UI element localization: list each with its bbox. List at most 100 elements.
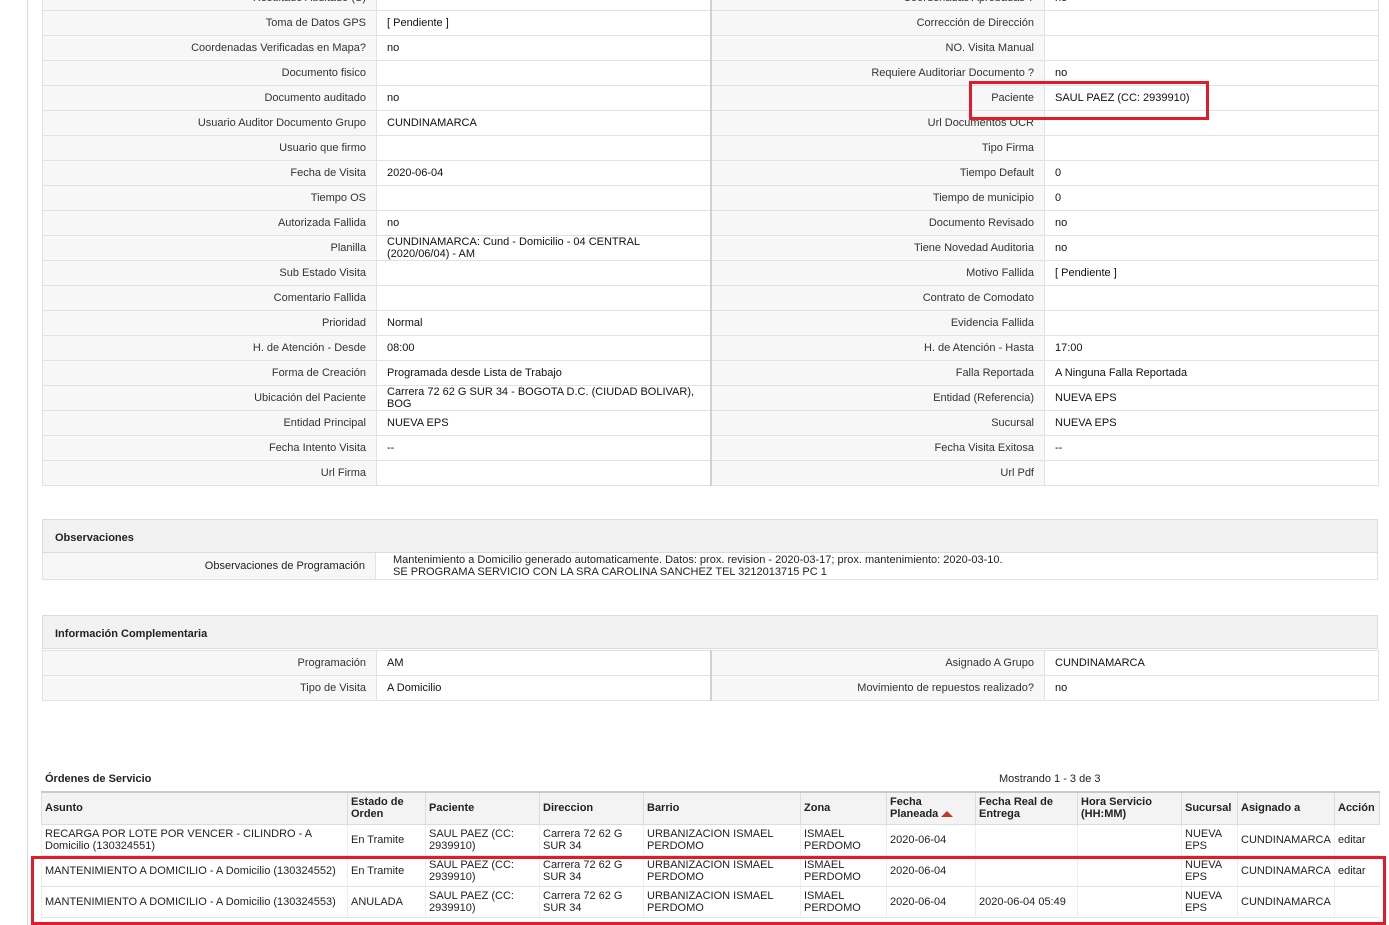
label-url-firma: Url Firma — [42, 460, 377, 486]
value-tiempo-de-municipio: 0 — [1044, 185, 1379, 211]
value-usuario-que-firmo — [376, 135, 711, 161]
value-falla-reportada: A Ninguna Falla Reportada — [1044, 360, 1379, 386]
detail-row: Usuario que firmo Tipo Firma — [42, 135, 1379, 161]
value-asignado-a-grupo: CUNDINAMARCA — [1044, 650, 1379, 676]
value-forma-de-creacion: Programada desde Lista de Trabajo — [376, 360, 711, 386]
column-header-label: Direccion — [543, 802, 594, 815]
cell-fecha-planeada: 2020-06-04 — [886, 855, 976, 887]
cell-sucursal: NUEVA EPS — [1181, 886, 1238, 918]
detail-row: H. de Atención - Desde 08:00 H. de Atenció… — [42, 335, 1379, 361]
cell-asunto: RECARGA POR LOTE POR VENCER - CILINDRO -… — [41, 824, 348, 856]
detail-row: Url Firma Url Pdf — [42, 460, 1379, 486]
value-tipo-de-visita: A Domicilio — [376, 675, 711, 701]
detail-row: Tipo de Visita A Domicilio Movimiento de r… — [42, 675, 1379, 701]
column-header-label: Fecha Planeada — [890, 796, 939, 821]
label-entidad-principal: Entidad Principal — [42, 410, 377, 436]
column-header-barrio[interactable]: Barrio — [643, 791, 801, 825]
info-complementaria-header: Información Complementaria — [42, 615, 1378, 649]
label-planilla: Planilla — [42, 235, 377, 261]
label-documento-fisico: Documento fisico — [42, 60, 377, 86]
observaciones-row: Observaciones de Programación Mantenimie… — [42, 553, 1378, 580]
value-evidencia-fallida — [1044, 310, 1379, 336]
cell-barrio: URBANIZACION ISMAEL PERDOMO — [643, 855, 801, 887]
cell-asunto: MANTENIMIENTO A DOMICILIO - A Domicilio … — [41, 886, 348, 918]
column-header-hora-servicio-hh-mm[interactable]: Hora Servicio (HH:MM) — [1077, 791, 1182, 825]
value-comentario-fallida — [376, 285, 711, 311]
detail-row: Resultado Auditado (S) Coordenadas Aproba… — [42, 0, 1379, 11]
value-movimiento-de-repuestos-realizado: no — [1044, 675, 1379, 701]
detail-row: Entidad Principal NUEVA EPS Sucursal NUEVA … — [42, 410, 1379, 436]
label-ubicacion-del-paciente: Ubicación del Paciente — [42, 385, 377, 411]
orders-header-row: Asunto Estado de Orden Paciente Direccion Ba… — [41, 791, 1380, 825]
detail-row: Tiempo OS Tiempo de municipio 0 — [42, 185, 1379, 211]
detail-row: Coordenadas Verificadas en Mapa? no NO. Vi… — [42, 35, 1379, 61]
column-header-label: Estado de Orden — [351, 796, 404, 821]
column-header-paciente[interactable]: Paciente — [425, 791, 540, 825]
cell-direccion: Carrera 72 62 G SUR 34 — [539, 886, 644, 918]
value-paciente: SAUL PAEZ (CC: 2939910) — [1044, 85, 1379, 111]
sort-asc-icon — [941, 811, 954, 818]
edit-link[interactable]: editar — [1338, 865, 1366, 877]
value-requiere-auditoriar-documento: no — [1044, 60, 1379, 86]
column-header-label: Paciente — [429, 802, 475, 815]
column-header-direccion[interactable]: Direccion — [539, 791, 644, 825]
column-header-sucursal[interactable]: Sucursal — [1181, 791, 1238, 825]
column-header-label: Hora Servicio (HH:MM) — [1081, 796, 1152, 821]
cell-estado-de-orden: ANULADA — [347, 886, 426, 918]
label-usuario-que-firmo: Usuario que firmo — [42, 135, 377, 161]
value-tiene-novedad-auditoria: no — [1044, 235, 1379, 261]
detail-row: Usuario Auditor Documento Grupo CUNDINAMA… — [42, 110, 1379, 136]
value-planilla: CUNDINAMARCA: Cund - Domicilio - 04 CENT… — [376, 235, 711, 261]
label-resultado-auditado-s: Resultado Auditado (S) — [42, 0, 377, 11]
cell-paciente: SAUL PAEZ (CC: 2939910) — [425, 824, 540, 856]
value-contrato-de-comodato — [1044, 285, 1379, 311]
observaciones-label: Observaciones de Programación — [43, 553, 376, 579]
value-documento-fisico — [376, 60, 711, 86]
cell-zona: ISMAEL PERDOMO — [800, 855, 887, 887]
column-header-estado-de-orden[interactable]: Estado de Orden — [347, 791, 426, 825]
value-entidad-principal: NUEVA EPS — [376, 410, 711, 436]
value-fecha-intento-visita: -- — [376, 435, 711, 461]
table-row: RECARGA POR LOTE POR VENCER - CILINDRO -… — [41, 824, 1380, 856]
cell-direccion: Carrera 72 62 G SUR 34 — [539, 824, 644, 856]
label-tiempo-os: Tiempo OS — [42, 185, 377, 211]
value-h-de-atencion-hasta: 17:00 — [1044, 335, 1379, 361]
cell-hora-servicio-hh-mm — [1077, 824, 1182, 856]
label-autorizada-fallida: Autorizada Fallida — [42, 210, 377, 236]
label-fecha-de-visita: Fecha de Visita — [42, 160, 377, 186]
value-coordenadas-aprobadas: no — [1044, 0, 1379, 11]
value-url-firma — [376, 460, 711, 486]
label-correccion-de-direccion: Corrección de Dirección — [709, 10, 1045, 36]
value-tipo-firma — [1044, 135, 1379, 161]
edit-link[interactable]: editar — [1338, 834, 1366, 846]
cell-zona: ISMAEL PERDOMO — [800, 824, 887, 856]
label-prioridad: Prioridad — [42, 310, 377, 336]
cell-barrio: URBANIZACION ISMAEL PERDOMO — [643, 824, 801, 856]
label-fecha-visita-exitosa: Fecha Visita Exitosa — [709, 435, 1045, 461]
column-header-label: Acción — [1338, 802, 1375, 815]
label-programacion: Programación — [42, 650, 377, 676]
value-h-de-atencion-desde: 08:00 — [376, 335, 711, 361]
detail-row: Fecha de Visita 2020-06-04 Tiempo Default 0 — [42, 160, 1379, 186]
value-sub-estado-visita — [376, 260, 711, 286]
cell-hora-servicio-hh-mm — [1077, 886, 1182, 918]
detail-row: Prioridad Normal Evidencia Fallida — [42, 310, 1379, 336]
column-header-accion[interactable]: Acción — [1334, 791, 1380, 825]
cell-accion: editar — [1334, 855, 1380, 887]
cell-fecha-planeada: 2020-06-04 — [886, 886, 976, 918]
label-no-visita-manual: NO. Visita Manual — [709, 35, 1045, 61]
cell-asignado-a: CUNDINAMARCA — [1237, 886, 1335, 918]
cell-paciente: SAUL PAEZ (CC: 2939910) — [425, 855, 540, 887]
value-autorizada-fallida: no — [376, 210, 711, 236]
column-header-fecha-real-de-entrega[interactable]: Fecha Real de Entrega — [975, 791, 1078, 825]
column-header-label: Sucursal — [1185, 802, 1232, 815]
detail-row: Autorizada Fallida no Documento Revisado no — [42, 210, 1379, 236]
column-header-fecha-planeada[interactable]: Fecha Planeada — [886, 791, 976, 825]
value-correccion-de-direccion — [1044, 10, 1379, 36]
column-header-zona[interactable]: Zona — [800, 791, 887, 825]
value-tiempo-default: 0 — [1044, 160, 1379, 186]
column-header-asunto[interactable]: Asunto — [41, 791, 348, 825]
detail-row: Comentario Fallida Contrato de Comodato — [42, 285, 1379, 311]
column-header-asignado-a[interactable]: Asignado a — [1237, 791, 1335, 825]
page-left-border — [27, 0, 28, 925]
